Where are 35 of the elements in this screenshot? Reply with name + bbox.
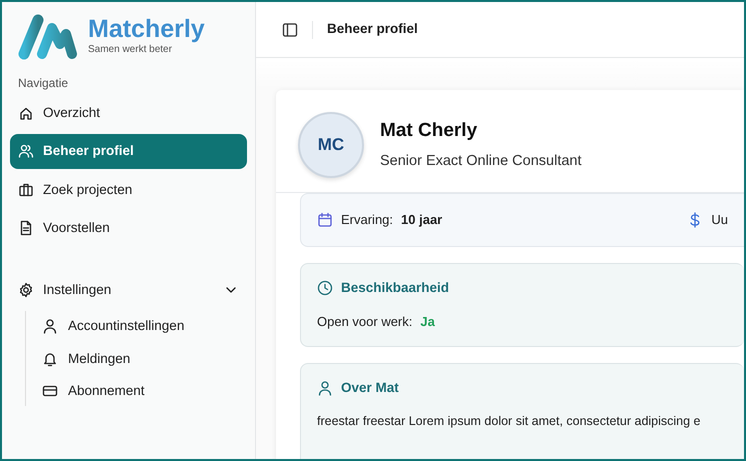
about-text: freestar freestar Lorem ipsum dolor sit amet, consectetur adipiscing e bbox=[317, 413, 702, 430]
calendar-icon bbox=[317, 212, 333, 228]
stat-value: 10 jaar bbox=[401, 211, 442, 230]
brand-name: Matcherly bbox=[88, 17, 205, 42]
profile-title: Senior Exact Online Consultant bbox=[380, 152, 582, 172]
availability-value: Ja bbox=[420, 313, 435, 332]
page-title: Beheer profiel bbox=[327, 20, 418, 38]
profile-name: Mat Cherly bbox=[380, 118, 478, 143]
submenu-item[interactable]: Abonnement bbox=[34, 376, 247, 406]
section-heading: Over Mat bbox=[341, 378, 399, 397]
briefcase-icon bbox=[18, 182, 34, 198]
bell-icon bbox=[42, 350, 58, 367]
stat-label: Uu bbox=[711, 211, 728, 230]
document-icon bbox=[18, 220, 34, 236]
nav-item[interactable]: Beheer profiel bbox=[10, 134, 247, 168]
gear-icon bbox=[18, 282, 34, 298]
user-icon bbox=[42, 318, 58, 334]
availability-label: Open voor werk: bbox=[317, 313, 412, 332]
nav-item[interactable]: Overzicht bbox=[10, 96, 247, 130]
avatar: MC bbox=[298, 112, 364, 178]
nav-item[interactable]: Voorstellen bbox=[10, 210, 247, 245]
home-icon bbox=[18, 105, 34, 122]
stat-label: Ervaring: bbox=[341, 211, 394, 230]
settings-item[interactable]: Instellingen bbox=[10, 273, 247, 308]
sidebar-toggle-icon bbox=[282, 22, 298, 38]
section-heading: Beschikbaarheid bbox=[341, 279, 450, 297]
user-icon bbox=[317, 380, 333, 396]
users-icon bbox=[18, 143, 34, 160]
clock-icon bbox=[317, 280, 333, 296]
nav-item[interactable]: Zoek projecten bbox=[10, 172, 247, 207]
sidebar-toggle-button[interactable] bbox=[282, 22, 298, 38]
submenu-item[interactable]: Accountinstellingen bbox=[34, 311, 247, 342]
brand-tagline: Samen werkt beter bbox=[88, 43, 173, 57]
submenu-item[interactable]: Meldingen bbox=[34, 344, 247, 374]
section-label: Navigatie bbox=[17, 75, 70, 92]
